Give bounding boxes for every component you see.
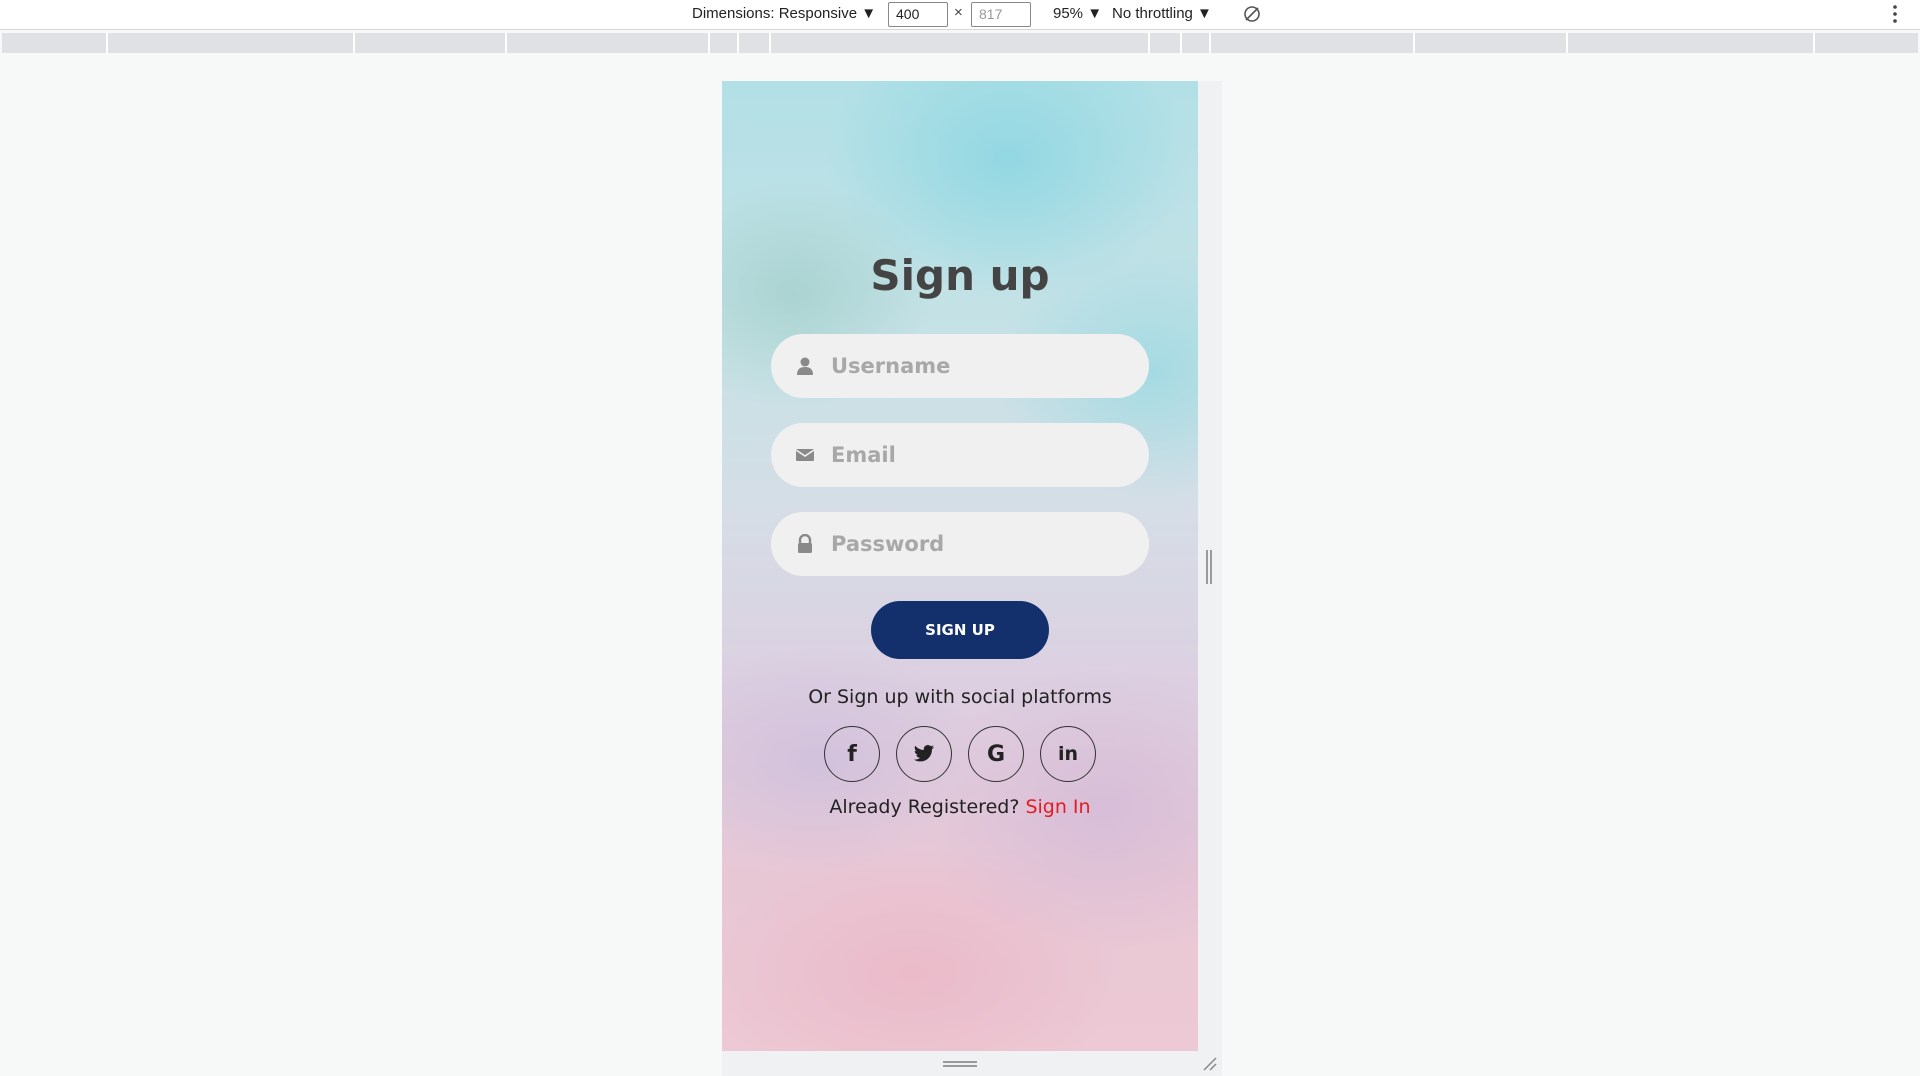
mq-divider bbox=[769, 33, 771, 53]
google-button[interactable]: G bbox=[968, 726, 1024, 782]
page-title: Sign up bbox=[870, 251, 1050, 300]
email-field[interactable] bbox=[771, 423, 1149, 487]
mq-divider bbox=[505, 33, 507, 53]
mq-divider bbox=[1813, 33, 1815, 53]
social-buttons: f G in bbox=[824, 726, 1096, 782]
mq-divider bbox=[1180, 33, 1182, 53]
linkedin-button[interactable]: in bbox=[1040, 726, 1096, 782]
envelope-icon bbox=[795, 449, 815, 461]
lock-icon bbox=[798, 534, 812, 553]
twitter-icon bbox=[913, 745, 935, 762]
username-input[interactable] bbox=[831, 334, 1131, 398]
signup-button[interactable]: SIGN UP bbox=[871, 601, 1049, 659]
dimensions-times: × bbox=[954, 4, 963, 21]
google-icon: G bbox=[986, 741, 1006, 767]
mq-divider bbox=[1566, 33, 1568, 53]
resize-handle-bottom[interactable] bbox=[943, 1061, 977, 1067]
mq-divider bbox=[1413, 33, 1415, 53]
dimensions-dropdown[interactable]: Dimensions: Responsive ▼ bbox=[692, 0, 876, 28]
resize-corner-icon[interactable] bbox=[1202, 1056, 1218, 1072]
resize-handle-right[interactable] bbox=[1206, 550, 1212, 584]
username-field[interactable] bbox=[771, 334, 1149, 398]
password-field[interactable] bbox=[771, 512, 1149, 576]
facebook-button[interactable]: f bbox=[824, 726, 880, 782]
user-icon bbox=[797, 357, 813, 375]
mq-divider bbox=[106, 33, 108, 53]
media-query-bar[interactable] bbox=[2, 33, 1918, 53]
mq-divider bbox=[1148, 33, 1150, 53]
signin-link[interactable]: Sign In bbox=[1025, 796, 1090, 818]
mq-divider bbox=[708, 33, 710, 53]
mq-divider bbox=[1209, 33, 1211, 53]
facebook-icon: f bbox=[847, 741, 857, 767]
social-prompt: Or Sign up with social platforms bbox=[808, 686, 1112, 708]
mq-divider bbox=[737, 33, 739, 53]
mq-divider bbox=[353, 33, 355, 53]
zoom-dropdown[interactable]: 95% ▼ bbox=[1053, 0, 1102, 28]
email-input[interactable] bbox=[831, 423, 1131, 487]
already-registered-text: Already Registered? bbox=[829, 796, 1020, 818]
rotate-icon[interactable] bbox=[1242, 4, 1262, 24]
more-vert-icon[interactable] bbox=[1890, 2, 1900, 26]
twitter-button[interactable] bbox=[896, 726, 952, 782]
height-input[interactable]: 817 bbox=[971, 2, 1031, 27]
linkedin-icon: in bbox=[1057, 743, 1079, 765]
device-viewport: Sign up SIGN UP Or Sign up with social p… bbox=[722, 81, 1198, 1051]
signin-prompt: Already Registered? Sign In bbox=[722, 796, 1198, 818]
devtools-device-toolbar: Dimensions: Responsive ▼ 400 × 817 95% ▼… bbox=[0, 0, 1920, 30]
password-input[interactable] bbox=[831, 512, 1131, 576]
width-input[interactable]: 400 bbox=[888, 2, 948, 27]
throttling-dropdown[interactable]: No throttling ▼ bbox=[1112, 0, 1212, 28]
